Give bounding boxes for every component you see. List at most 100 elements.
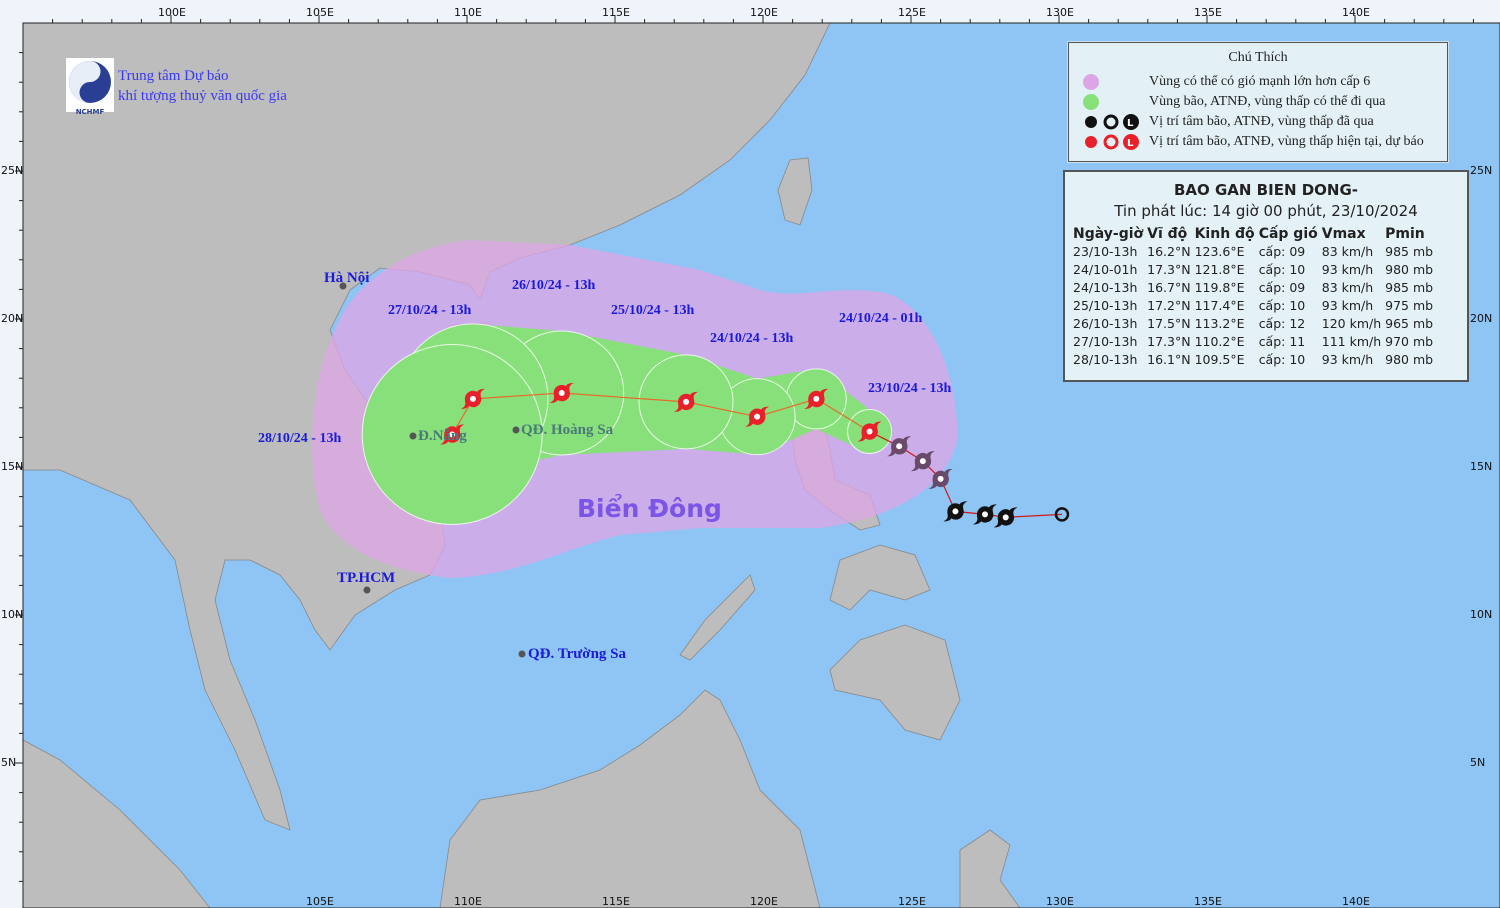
axis-label: 140E: [1342, 895, 1370, 908]
axis-label: 5N: [1, 756, 17, 769]
table-cell: 980 mb: [1385, 352, 1434, 367]
typhoon-eye: [683, 398, 690, 405]
axis-label: 105E: [306, 6, 334, 19]
table-cell: 119.8°E: [1194, 280, 1245, 295]
legend-item: Vị trí tâm bão, ATNĐ, vùng thấp đã qua: [1149, 114, 1374, 129]
axis-label: 100E: [158, 6, 186, 19]
logo-line-1: Trung tâm Dự báo: [118, 68, 229, 84]
axis-label: 15N: [1470, 460, 1493, 473]
typhoon-eye: [558, 390, 565, 396]
typhoon-eye: [1002, 514, 1009, 521]
logo-text: Trung tâm Dự báo khí tượng thuỷ văn quốc…: [118, 66, 287, 106]
time-label: 23/10/24 - 13h: [868, 381, 952, 396]
axis-label: 140E: [1342, 6, 1370, 19]
time-label: 24/10/24 - 01h: [839, 311, 923, 326]
time-label: 27/10/24 - 13h: [388, 303, 472, 318]
typhoon-eye: [866, 428, 873, 435]
axis-label: 120E: [750, 895, 778, 908]
legend: Chú Thích L L Vùng có thể có gió mạnh lớ…: [1068, 42, 1448, 162]
place-marker-icon: [518, 650, 526, 658]
place-danang: Đ.Nẵng: [418, 428, 467, 444]
storm-title: BAO GAN BIEN DONG-: [1173, 181, 1359, 199]
axis-label: 115E: [602, 895, 630, 908]
axis-label: 20N: [1, 312, 24, 325]
table-cell: 980 mb: [1385, 262, 1434, 277]
table-cell: 16.1°N: [1147, 352, 1191, 367]
column-header: Pmin: [1385, 226, 1425, 242]
table-cell: 93 km/h: [1321, 298, 1374, 313]
table-cell: 17.3°N: [1147, 262, 1191, 277]
axis-label: 105E: [306, 895, 334, 908]
table-row: 24/10-01h 17.3°N 121.8°E cấp: 10 93 km/h 980 …: [1073, 262, 1437, 280]
table-cell: cấp: 09: [1258, 244, 1306, 259]
table-cell: 17.2°N: [1147, 298, 1191, 313]
axis-label: 135E: [1194, 6, 1222, 19]
wind-zone-swatch-icon: [1083, 74, 1099, 90]
storm-info-panel: BAO GAN BIEN DONG- Tin phát lúc: 14 giờ …: [1063, 170, 1469, 382]
axis-label: 125E: [898, 895, 926, 908]
past-position-icons: L: [1085, 114, 1139, 130]
table-cell: 26/10-13h: [1073, 316, 1138, 331]
table-cell: 83 km/h: [1321, 244, 1374, 259]
axis-label: 25N: [1, 164, 24, 177]
table-cell: 113.2°E: [1194, 316, 1245, 331]
table-row: 25/10-13h 17.2°N 117.4°E cấp: 10 93 km/h 975 …: [1073, 298, 1437, 316]
place-marker-icon: [363, 586, 371, 594]
table-cell: 23/10-13h: [1073, 244, 1138, 259]
typhoon-eye: [952, 508, 959, 515]
table-cell: 111 km/h: [1321, 334, 1382, 349]
logo-abbr: NCHMF: [75, 108, 105, 116]
table-cell: 985 mb: [1385, 280, 1434, 295]
table-cell: 16.2°N: [1147, 244, 1191, 259]
typhoon-eye: [896, 443, 903, 450]
table-cell: 970 mb: [1385, 334, 1434, 349]
axis-label: 135E: [1194, 895, 1222, 908]
table-row: 28/10-13h 16.1°N 109.5°E cấp: 10 93 km/h 980 …: [1073, 352, 1437, 370]
table-cell: 121.8°E: [1194, 262, 1245, 277]
table-cell: cấp: 11: [1258, 334, 1306, 349]
table-row: 24/10-13h 16.7°N 119.8°E cấp: 09 83 km/h 985 …: [1073, 280, 1437, 298]
place-truongsa: QĐ. Trường Sa: [528, 646, 627, 662]
legend-symbols: L L: [1083, 74, 1139, 150]
table-cell: 25/10-13h: [1073, 298, 1138, 313]
table-cell: 985 mb: [1385, 244, 1434, 259]
table-cell: 83 km/h: [1321, 280, 1374, 295]
axis-label: 10N: [1470, 608, 1493, 621]
time-label: 28/10/24 - 13h: [258, 431, 342, 446]
column-header: Kinh độ: [1194, 226, 1255, 242]
axis-label: 20N: [1470, 312, 1493, 325]
table-header: Ngày-giờ Vĩ độ Kinh độ Cấp gió Vmax Pmin: [1073, 226, 1437, 244]
typhoon-eye: [469, 395, 476, 402]
table-cell: cấp: 09: [1258, 280, 1306, 295]
table-cell: 24/10-13h: [1073, 280, 1138, 295]
table-cell: 123.6°E: [1194, 244, 1245, 259]
typhoon-eye: [919, 458, 926, 465]
svg-text:L: L: [1127, 138, 1134, 149]
table-cell: 17.5°N: [1147, 316, 1191, 331]
column-header: Vĩ độ: [1147, 226, 1188, 242]
place-marker-icon: [409, 432, 417, 440]
axis-label: 10N: [1, 608, 24, 621]
legend-item: Vùng bão, ATNĐ, vùng thấp có thể đi qua: [1149, 94, 1386, 109]
place-hoangsa: QĐ. Hoàng Sa: [521, 422, 614, 438]
logo-line-2: khí tượng thuỷ văn quốc gia: [118, 88, 287, 104]
forecast-position-icons: L: [1085, 134, 1139, 150]
table-row: 23/10-13h 16.2°N 123.6°E cấp: 09 83 km/h 985 …: [1073, 244, 1437, 262]
time-label: 24/10/24 - 13h: [710, 331, 794, 346]
axis-label: 5N: [1470, 756, 1486, 769]
table-cell: 93 km/h: [1321, 352, 1374, 367]
table-cell: 27/10-13h: [1073, 334, 1138, 349]
time-label: 26/10/24 - 13h: [512, 278, 596, 293]
table-cell: 110.2°E: [1194, 334, 1245, 349]
forecast-table: Ngày-giờ Vĩ độ Kinh độ Cấp gió Vmax Pmin 23/1…: [1073, 226, 1437, 370]
typhoon-eye: [754, 413, 761, 420]
logo: NCHMF: [66, 58, 114, 116]
legend-title: Chú Thích: [1228, 50, 1288, 65]
legend-item: Vị trí tâm bão, ATNĐ, vùng thấp hiện tại…: [1149, 134, 1424, 149]
place-marker-icon: [512, 426, 520, 434]
table-cell: cấp: 10: [1258, 262, 1306, 277]
table-cell: 16.7°N: [1147, 280, 1191, 295]
table-row: 26/10-13h 17.5°N 113.2°E cấp: 12 120 km/h 965…: [1073, 316, 1437, 334]
axis-label: 125E: [898, 6, 926, 19]
typhoon-eye: [937, 475, 944, 482]
